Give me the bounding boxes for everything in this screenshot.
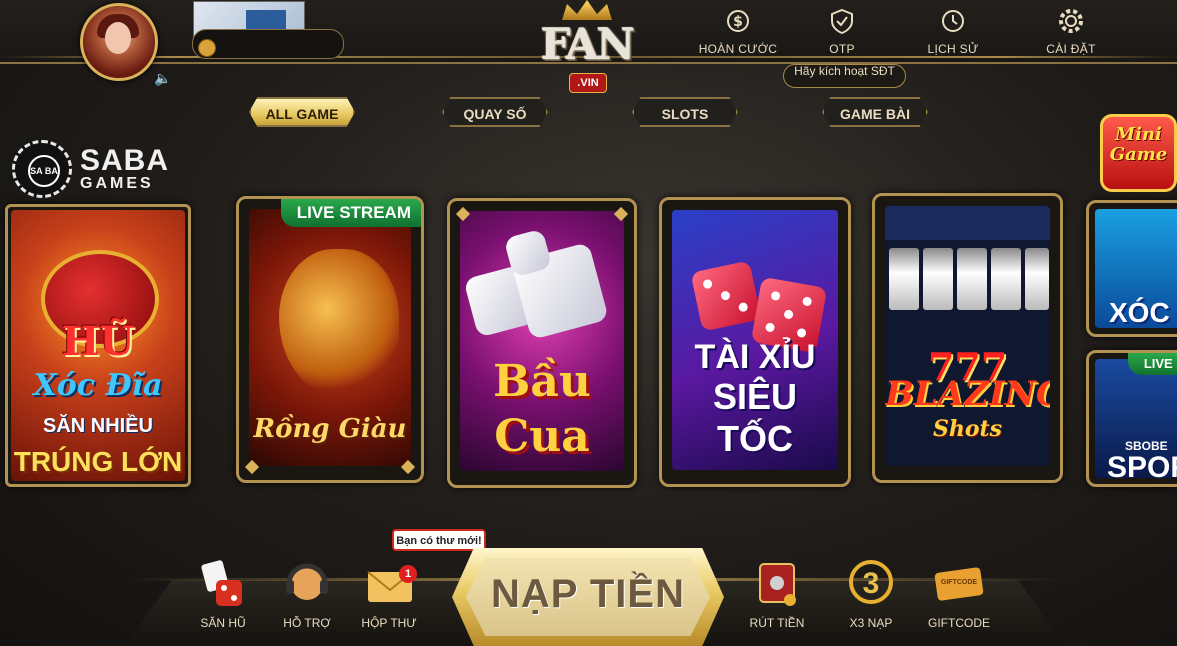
bottom-label: HỘP THƯ — [361, 616, 417, 630]
nav-label: HOÀN CƯỚC — [698, 42, 778, 56]
safe-icon — [750, 558, 804, 608]
tab-quay-so[interactable]: QUAY SỐ — [442, 97, 548, 127]
slot-paytable — [885, 206, 1050, 240]
mini-game-line2: Game — [1109, 144, 1168, 165]
game-card-bau-cua[interactable]: Bầu Cua — [447, 198, 637, 488]
nav-label: LỊCH SỬ — [927, 42, 979, 56]
headset-icon — [280, 558, 334, 608]
dragon-icon — [279, 249, 399, 399]
nav-otp[interactable]: OTP — [797, 8, 887, 56]
game-title: SPOR — [1107, 451, 1177, 478]
game-title: HŨ — [61, 318, 135, 365]
game-subtitle: Shots — [932, 416, 1003, 442]
slot-reel — [889, 248, 919, 310]
history-icon — [940, 8, 966, 34]
game-title: XÓC Đ — [1109, 297, 1170, 328]
tab-slots[interactable]: SLOTS — [632, 97, 738, 127]
game-tagline-2: TRÚNG LỚN — [13, 446, 183, 477]
svg-text:3: 3 — [863, 567, 880, 600]
dollar-shield-icon: $ — [725, 8, 751, 34]
tab-game-bai[interactable]: GAME BÀI — [822, 97, 928, 127]
game-subtitle: Xóc Đĩa — [33, 368, 163, 403]
game-title-2: SIÊU TỐC — [712, 376, 798, 459]
svg-text:$: $ — [733, 14, 743, 30]
speaker-icon[interactable]: 🔈 — [154, 70, 171, 87]
slot-reel — [923, 248, 953, 310]
ho-tro-button[interactable]: HỖ TRỢ — [272, 558, 342, 630]
bottom-label: SĂN HŨ — [200, 616, 246, 630]
coin-icon — [198, 39, 216, 57]
mail-count-badge: 1 — [399, 565, 417, 583]
rut-tien-button[interactable]: RÚT TIỀN — [742, 558, 812, 630]
game-card-rong-giau[interactable]: Rồng Giàu LIVE STREAM — [236, 196, 424, 483]
avatar[interactable] — [80, 3, 158, 81]
crown-icon — [562, 0, 612, 20]
mini-game-button[interactable]: Mini Game — [1100, 114, 1177, 192]
live-stream-badge: LIVE S — [1127, 353, 1177, 375]
nap-tien-button[interactable]: NẠP TIỀN — [452, 548, 724, 646]
game-card-tai-xiu-sieu-toc[interactable]: TÀI XỈU SIÊU TỐC — [659, 197, 851, 487]
game-tagline: SĂN NHIỀU — [42, 415, 153, 437]
nav-lich-su[interactable]: LỊCH SỬ — [908, 8, 998, 56]
bottom-label: GIFTCODE — [928, 616, 990, 630]
game-card-blazing-shots[interactable]: 777 BLAZING Shots — [872, 193, 1063, 483]
nav-label: OTP — [829, 42, 855, 56]
x3-nap-button[interactable]: 3 X3 NẠP — [836, 558, 906, 630]
x3-badge-icon: 3 — [844, 558, 898, 608]
activate-phone-button[interactable]: Hãy kích hoạt SĐT — [783, 64, 906, 88]
dice-cards-icon — [196, 558, 250, 608]
giftcode-button[interactable]: GIFTCODE GIFTCODE — [924, 558, 994, 630]
tab-all-game[interactable]: ALL GAME — [249, 97, 355, 127]
provider-sub: GAMES — [80, 175, 154, 192]
game-title: Rồng Giàu — [253, 414, 407, 444]
logo-text: FAN — [540, 20, 635, 69]
game-card-xoc-dia[interactable]: XÓC Đ — [1086, 200, 1177, 337]
logo-domain: .VIN — [569, 73, 607, 93]
bottom-label: RÚT TIỀN — [749, 616, 805, 630]
nap-tien-label: NẠP TIỀN — [491, 572, 685, 616]
san-hu-button[interactable]: SĂN HŨ — [188, 558, 258, 630]
game-title: Bầu — [493, 356, 591, 407]
saba-emblem-icon: SA BA — [12, 140, 72, 198]
slot-reel — [957, 248, 987, 310]
nav-label: CÀI ĐẶT — [1046, 42, 1096, 56]
mini-game-line1: Mini — [1115, 124, 1162, 145]
nav-cai-dat[interactable]: CÀI ĐẶT — [1026, 8, 1116, 56]
shield-check-icon — [829, 8, 855, 35]
bottom-label: X3 NẠP — [849, 616, 893, 630]
game-card-sports[interactable]: SBOBE SPOR LIVE S — [1086, 350, 1177, 487]
gear-icon — [1058, 8, 1084, 34]
game-title: BLAZING — [885, 374, 1050, 414]
slot-reel — [1025, 248, 1049, 310]
mail-tooltip: Bạn có thư mới! — [392, 529, 486, 551]
game-card-hu-xoc-dia[interactable]: HŨ Xóc Đĩa SĂN NHIỀU TRÚNG LỚN — [5, 204, 191, 487]
game-title-2: Cua — [494, 411, 590, 462]
site-logo[interactable]: FAN .VIN — [528, 0, 646, 95]
bottom-label: HỖ TRỢ — [283, 616, 331, 630]
nav-hoan-cuoc[interactable]: $ HOÀN CƯỚC — [693, 8, 783, 56]
live-stream-badge: LIVE STREAM — [280, 199, 421, 227]
game-title: TÀI XỈU — [694, 338, 816, 376]
slot-reel — [991, 248, 1021, 310]
provider-name: SABA — [80, 144, 170, 177]
svg-text:GIFTCODE: GIFTCODE — [941, 579, 977, 586]
ticket-icon: GIFTCODE — [932, 558, 986, 608]
dice-icon — [690, 260, 762, 332]
